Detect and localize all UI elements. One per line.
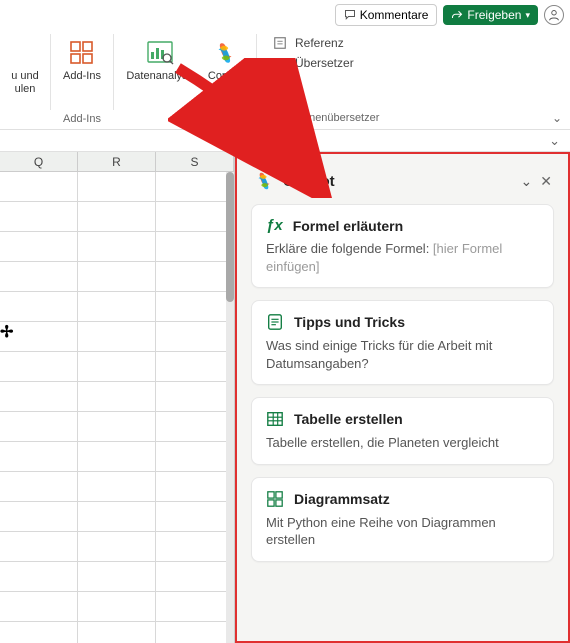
translator-icon: aあ bbox=[273, 56, 287, 70]
addins-icon bbox=[68, 39, 96, 67]
chevron-down-icon[interactable]: ⌄ bbox=[521, 173, 533, 190]
grid-row[interactable] bbox=[0, 562, 234, 592]
ribbon-label: Add-Ins bbox=[63, 70, 101, 83]
grid-row[interactable] bbox=[0, 442, 234, 472]
share-button[interactable]: Freigeben ▾ bbox=[443, 5, 538, 25]
user-avatar[interactable] bbox=[544, 5, 564, 25]
copilot-panel: Copilot ⌄ ✕ ƒx Formel erläutern Erkläre … bbox=[235, 152, 570, 643]
table-icon bbox=[266, 410, 284, 428]
reference-label: Referenz bbox=[295, 36, 344, 50]
translator-button[interactable]: aあ Übersetzer bbox=[273, 56, 562, 70]
ribbon-label: ulen bbox=[15, 83, 36, 96]
grid-row[interactable] bbox=[0, 262, 234, 292]
share-icon bbox=[451, 9, 463, 21]
grid-row[interactable] bbox=[0, 412, 234, 442]
addins-button[interactable]: Add-Ins bbox=[59, 34, 105, 100]
suggestion-card-formula[interactable]: ƒx Formel erläutern Erkläre die folgende… bbox=[251, 204, 554, 288]
ribbon-group-translator: Referenz aあ Übersetzer Funktionenüberset… bbox=[257, 30, 570, 129]
grid-rows bbox=[0, 172, 234, 643]
comment-icon bbox=[344, 9, 356, 21]
card-title: Tabelle erstellen bbox=[294, 411, 403, 427]
grid-row[interactable] bbox=[0, 472, 234, 502]
data-analysis-icon bbox=[145, 38, 175, 68]
ribbon-label: u und bbox=[11, 70, 39, 83]
ribbon-label: Datenanalyse bbox=[126, 70, 193, 83]
vertical-scrollbar[interactable] bbox=[226, 172, 234, 643]
close-icon[interactable]: ✕ bbox=[540, 173, 552, 190]
card-body: Erkläre die folgende Formel: [hier Forme… bbox=[266, 240, 539, 275]
grid-row[interactable] bbox=[0, 172, 234, 202]
cell-cursor-icon: ✢ bbox=[0, 322, 13, 342]
card-title: Formel erläutern bbox=[293, 218, 403, 234]
tips-icon bbox=[266, 313, 284, 331]
grid-row[interactable] bbox=[0, 292, 234, 322]
ribbon-group-addins: Add-Ins Add-Ins bbox=[51, 30, 113, 129]
comments-label: Kommentare bbox=[360, 8, 429, 22]
reference-icon bbox=[273, 36, 287, 50]
grid-row[interactable] bbox=[0, 502, 234, 532]
card-body: Was sind einige Tricks für die Arbeit mi… bbox=[266, 337, 539, 372]
copilot-panel-header: Copilot ⌄ ✕ bbox=[251, 164, 554, 204]
suggestion-card-tips[interactable]: Tipps und Tricks Was sind einige Tricks … bbox=[251, 300, 554, 385]
copilot-panel-title: Copilot bbox=[283, 173, 513, 190]
copilot-icon bbox=[212, 40, 238, 66]
grid-row[interactable] bbox=[0, 322, 234, 352]
ribbon-label: Copilot bbox=[208, 70, 242, 83]
translator-label: Übersetzer bbox=[295, 56, 354, 70]
grid-row[interactable] bbox=[0, 202, 234, 232]
ribbon-collapse-row: ⌄ bbox=[0, 130, 570, 152]
data-analysis-button[interactable]: Datenanalyse bbox=[122, 34, 198, 100]
copilot-ribbon-button[interactable]: Copilot bbox=[202, 34, 248, 100]
card-body: Mit Python eine Reihe von Diagrammen ers… bbox=[266, 514, 539, 549]
grid-row[interactable] bbox=[0, 382, 234, 412]
chevron-down-icon[interactable]: ⌄ bbox=[549, 133, 560, 149]
grid-row[interactable] bbox=[0, 532, 234, 562]
spreadsheet-grid[interactable]: Q R S ✢ bbox=[0, 152, 235, 643]
card-body: Tabelle erstellen, die Planeten vergleic… bbox=[266, 434, 539, 452]
svg-text:あ: あ bbox=[280, 61, 287, 69]
ribbon: u und ulen Add-Ins Add-Ins bbox=[0, 30, 570, 130]
grid-row[interactable] bbox=[0, 232, 234, 262]
column-header[interactable]: S bbox=[156, 152, 234, 171]
grid-row[interactable] bbox=[0, 622, 234, 643]
column-header[interactable]: R bbox=[78, 152, 156, 171]
copilot-icon bbox=[253, 170, 275, 192]
reference-button[interactable]: Referenz bbox=[273, 36, 562, 50]
title-bar: Kommentare Freigeben ▾ bbox=[0, 0, 570, 30]
chevron-down-icon[interactable]: ⌄ bbox=[552, 111, 562, 125]
main-area: Q R S ✢ bbox=[0, 152, 570, 643]
chevron-down-icon: ▾ bbox=[525, 10, 530, 21]
ribbon-group-label: Funktionenübersetzer bbox=[273, 112, 379, 124]
share-label: Freigeben bbox=[467, 8, 521, 22]
ribbon-group-label: Add-Ins bbox=[63, 113, 101, 127]
grid-row[interactable] bbox=[0, 352, 234, 382]
suggestion-card-table[interactable]: Tabelle erstellen Tabelle erstellen, die… bbox=[251, 397, 554, 465]
card-title: Tipps und Tricks bbox=[294, 314, 405, 330]
chartset-icon bbox=[266, 490, 284, 508]
svg-text:a: a bbox=[275, 59, 279, 66]
suggestion-card-chartset[interactable]: Diagrammsatz Mit Python eine Reihe von D… bbox=[251, 477, 554, 562]
ribbon-group-label bbox=[183, 113, 186, 127]
comments-button[interactable]: Kommentare bbox=[335, 4, 438, 26]
grid-row[interactable] bbox=[0, 592, 234, 622]
column-headers: Q R S bbox=[0, 152, 234, 172]
person-icon bbox=[548, 9, 560, 21]
ribbon-button-partial[interactable]: u und ulen bbox=[8, 34, 42, 100]
ribbon-group-partial: u und ulen bbox=[0, 30, 50, 129]
column-header[interactable]: Q bbox=[0, 152, 78, 171]
scrollbar-thumb[interactable] bbox=[226, 172, 234, 302]
card-body-text: Erkläre die folgende Formel: bbox=[266, 241, 433, 256]
fx-icon: ƒx bbox=[266, 217, 283, 234]
card-title: Diagrammsatz bbox=[294, 491, 390, 507]
ribbon-group-analysis: Datenanalyse Copilot bbox=[114, 30, 256, 129]
